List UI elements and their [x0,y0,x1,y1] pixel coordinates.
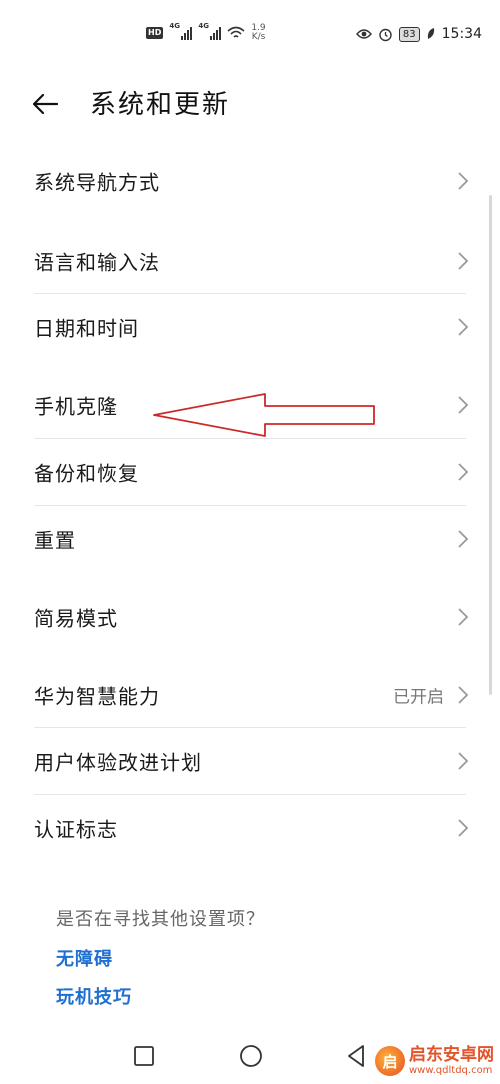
setting-label: 简易模式 [34,606,118,631]
chevron-right-icon [458,252,469,270]
setting-label: 手机克隆 [34,394,118,419]
setting-row-backup-restore[interactable]: 备份和恢复 [0,439,500,505]
back-nav-icon[interactable] [343,1042,371,1070]
network-type-label-2: 4G [198,22,209,30]
setting-row-huawei-assistant[interactable]: 华为智慧能力 已开启 [0,662,500,728]
page-header: 系统和更新 [0,78,500,128]
speed-unit: K/s [251,32,266,42]
setting-row-certification[interactable]: 认证标志 [0,795,500,861]
chevron-right-icon [458,608,469,626]
watermark-name: 启东安卓网 [409,1045,494,1066]
setting-row-language-input[interactable]: 语言和输入法 [0,228,500,294]
setting-label: 重置 [34,528,76,553]
chevron-right-icon [458,172,469,190]
chevron-right-icon [458,530,469,548]
watermark-url: www.qdltdq.com [409,1064,493,1076]
status-right-cluster: 83 15:34 [355,26,482,42]
setting-label: 认证标志 [34,817,118,842]
chevron-right-icon [458,819,469,837]
leaf-icon [427,28,434,39]
network-type-label: 4G [169,22,180,30]
wifi-icon [227,26,245,38]
home-icon[interactable] [237,1042,265,1070]
annotation-arrow-icon [153,393,375,437]
clock-time: 15:34 [441,26,482,42]
setting-label: 日期和时间 [34,316,139,341]
chevron-right-icon [458,752,469,770]
suggestion-link-tips[interactable]: 玩机技巧 [56,983,132,1009]
watermark-text: 启东安卓网 www.qdltdq.com [409,1046,494,1076]
back-arrow-icon [32,93,59,115]
setting-row-reset[interactable]: 重置 [0,506,500,572]
network-speed: 1.9 K/s [251,24,265,42]
setting-label: 备份和恢复 [34,461,139,486]
watermark: 启 启东安卓网 www.qdltdq.com [375,1046,494,1076]
eye-icon [355,29,372,39]
setting-label: 用户体验改进计划 [34,750,202,775]
setting-row-date-time[interactable]: 日期和时间 [0,294,500,360]
page-title: 系统和更新 [90,90,231,120]
watermark-logo-icon: 启 [375,1046,405,1076]
back-button[interactable] [30,84,70,124]
setting-status-value: 已开启 [393,687,444,708]
setting-label: 华为智慧能力 [34,684,160,709]
suggestions-title: 是否在寻找其他设置项？ [56,909,265,930]
signal-icon: 4G [169,22,193,40]
battery-icon: 83 [398,26,420,42]
status-bar: HD 4G 4G 1.9 K/s 83 15:34 [0,0,500,70]
chevron-right-icon [458,463,469,481]
setting-label: 语言和输入法 [34,250,160,275]
setting-row-user-experience[interactable]: 用户体验改进计划 [0,728,500,794]
scrollbar[interactable] [489,195,492,695]
setting-row-simple-mode[interactable]: 简易模式 [0,584,500,650]
chevron-right-icon [458,396,469,414]
setting-row-navigation-mode[interactable]: 系统导航方式 [0,148,500,214]
alarm-icon [379,28,392,41]
chevron-right-icon [458,318,469,336]
hd-badge: HD [146,27,164,39]
status-left-cluster: HD 4G 4G 1.9 K/s [146,22,266,42]
suggestion-link-accessibility[interactable]: 无障碍 [56,945,113,971]
recent-apps-icon[interactable] [130,1042,158,1070]
chevron-right-icon [458,686,469,704]
signal-icon-2: 4G [198,22,222,40]
setting-label: 系统导航方式 [34,170,160,195]
